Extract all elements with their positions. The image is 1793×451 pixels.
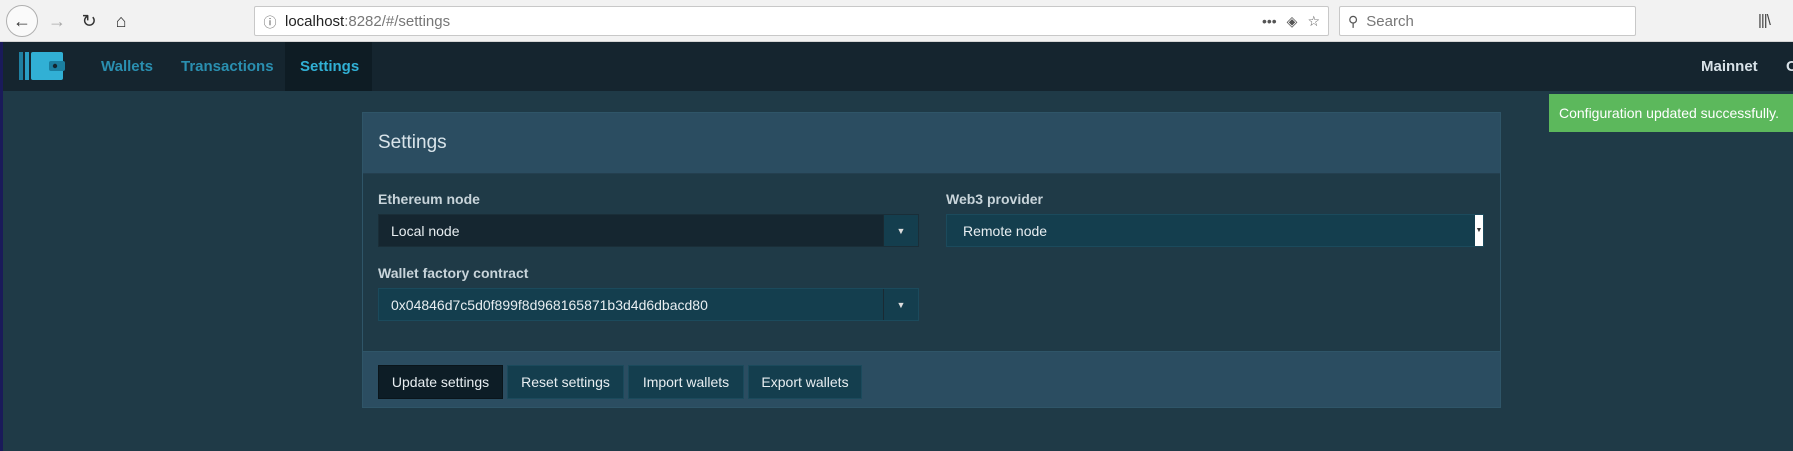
app-navbar: Wallets Transactions Settings Mainnet O [3, 42, 1793, 91]
settings-form: Ethereum node Local node ▼ Web3 provider… [363, 174, 1500, 351]
browser-toolbar: ← → ↻ ⌂ ⓘ localhost:8282/#/settings ••• … [0, 0, 1793, 42]
url-text[interactable]: localhost:8282/#/settings [285, 13, 1262, 30]
chevron-down-icon[interactable]: ▼ [883, 215, 918, 246]
nav-overflow-item[interactable]: O [1786, 42, 1793, 91]
settings-panel: Settings Ethereum node Local node ▼ Web3… [362, 112, 1501, 408]
nav-item-transactions[interactable]: Transactions [166, 42, 289, 91]
chevron-down-icon[interactable]: ▼ [1475, 215, 1483, 246]
address-bar[interactable]: ⓘ localhost:8282/#/settings ••• ◈ ☆ [254, 6, 1329, 36]
forward-arrow-icon[interactable]: → [42, 6, 72, 36]
pocket-icon[interactable]: ◈ [1287, 13, 1298, 30]
wallet-factory-value: 0x04846d7c5d0f899f8d968165871b3d4d6dbacd… [391, 296, 708, 313]
url-host: localhost [285, 12, 345, 30]
export-wallets-button[interactable]: Export wallets [748, 365, 862, 399]
web3-provider-label: Web3 provider [946, 191, 1043, 207]
search-icon: ⚲ [1348, 12, 1359, 29]
web3-provider-select[interactable]: Remote node ▼ [946, 214, 1484, 247]
network-selector[interactable]: Mainnet [1701, 42, 1758, 91]
update-settings-button[interactable]: Update settings [378, 365, 503, 399]
import-wallets-button[interactable]: Import wallets [628, 365, 744, 399]
back-arrow-icon[interactable]: ← [6, 5, 38, 37]
chevron-down-icon[interactable]: ▼ [883, 289, 918, 320]
wallet-factory-label: Wallet factory contract [378, 265, 529, 281]
info-icon[interactable]: ⓘ [255, 12, 285, 31]
bookmark-star-icon[interactable]: ☆ [1307, 13, 1320, 30]
nav-item-wallets[interactable]: Wallets [86, 42, 168, 91]
wallet-logo-icon[interactable] [19, 50, 71, 82]
home-icon[interactable]: ⌂ [106, 6, 136, 36]
wallet-factory-select[interactable]: 0x04846d7c5d0f899f8d968165871b3d4d6dbacd… [378, 288, 919, 321]
panel-actions: Update settings Reset settings Import wa… [363, 351, 1500, 407]
success-toast[interactable]: Configuration updated successfully. [1549, 94, 1793, 132]
browser-search-input[interactable]: ⚲ Search [1339, 6, 1636, 36]
library-icon[interactable]: |||\ [1758, 12, 1771, 29]
ethereum-node-select[interactable]: Local node ▼ [378, 214, 919, 247]
window-edge [0, 42, 3, 451]
web3-provider-value: Remote node [963, 222, 1048, 239]
page-actions-icon[interactable]: ••• [1262, 13, 1277, 29]
search-placeholder: Search [1366, 12, 1414, 30]
reset-settings-button[interactable]: Reset settings [507, 365, 624, 399]
url-path: :8282/#/settings [344, 12, 451, 30]
ethereum-node-label: Ethereum node [378, 191, 480, 207]
nav-item-settings[interactable]: Settings [285, 42, 372, 91]
ethereum-node-value: Local node [391, 222, 460, 239]
panel-title: Settings [363, 113, 1500, 174]
reload-icon[interactable]: ↻ [74, 6, 104, 36]
